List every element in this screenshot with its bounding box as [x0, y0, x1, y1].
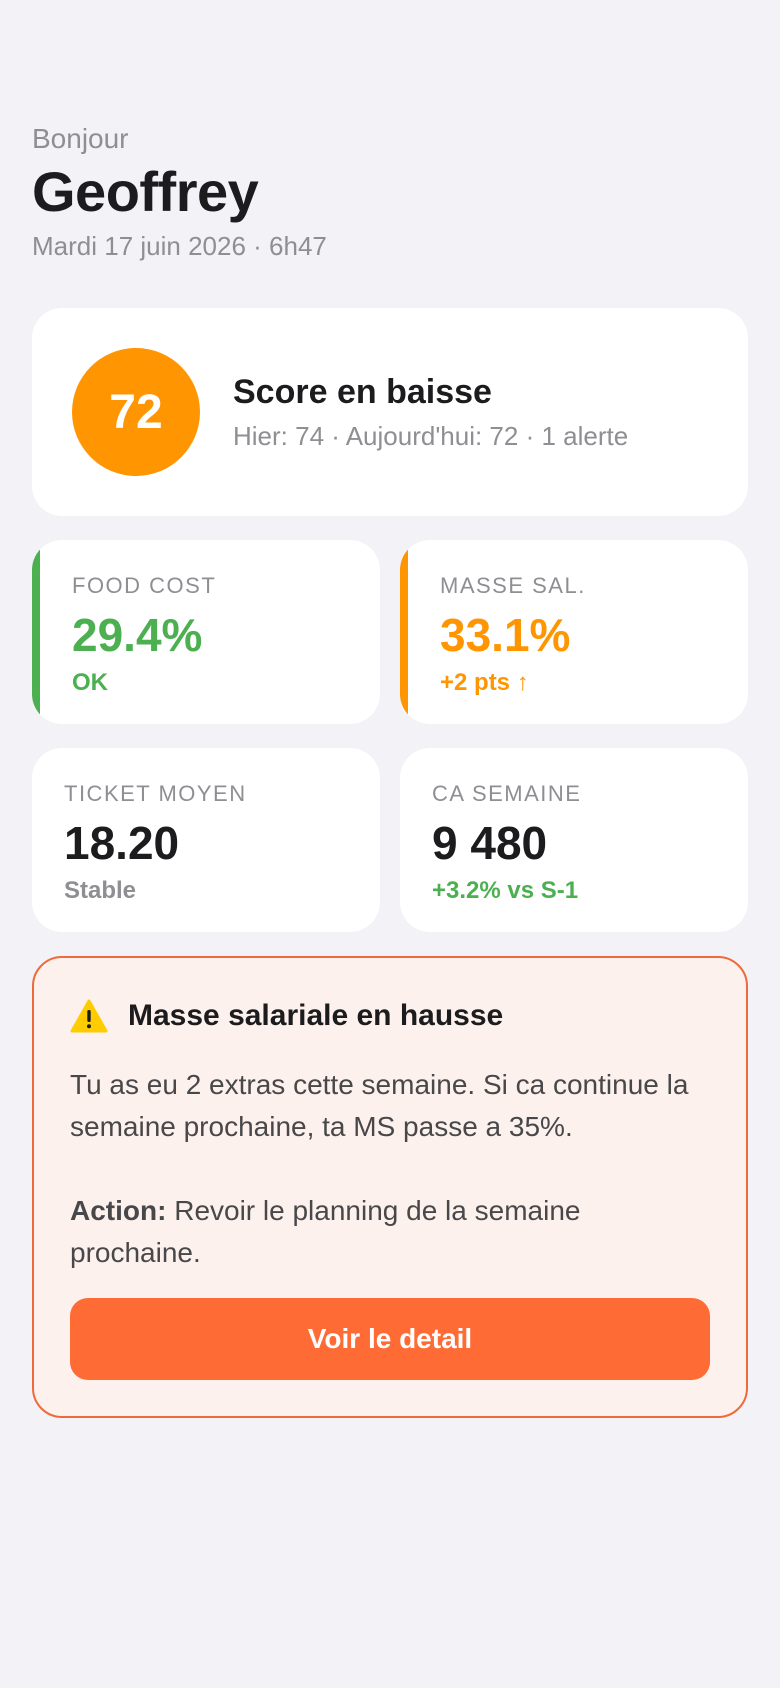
kpi-label: TICKET MOYEN — [64, 781, 247, 806]
kpi-grid: FOOD COST 29.4% OK MASSE SAL. 33.1% +2 p… — [32, 540, 748, 932]
header: Bonjour Geoffrey Mardi 17 juin 2026 · 6h… — [32, 0, 748, 262]
status-bar — [400, 540, 408, 724]
kpi-note: OK — [72, 669, 108, 696]
kpi-value: 18.20 — [64, 817, 180, 869]
kpi-label: CA SEMAINE — [432, 781, 582, 806]
alert-body: Tu as eu 2 extras cette semaine. Si ca c… — [70, 1069, 689, 1142]
warning-icon — [70, 999, 108, 1033]
kpi-value: 33.1% — [440, 609, 571, 661]
greeting: Bonjour — [32, 123, 129, 154]
alert-action: Action: Revoir le planning de la semaine… — [70, 1190, 710, 1274]
status-bar — [32, 540, 40, 724]
score-card[interactable]: 72 Score en baisse Hier: 74 · Aujourd'hu… — [32, 308, 748, 516]
kpi-card-masse-salariale[interactable]: MASSE SAL. 33.1% +2 pts ↑ — [400, 540, 748, 724]
kpi-note: Stable — [64, 877, 137, 904]
kpi-card-food-cost[interactable]: FOOD COST 29.4% OK — [32, 540, 380, 724]
user-name: Geoffrey — [32, 160, 259, 223]
score-title: Score en baisse — [233, 373, 492, 411]
score-subtitle: Hier: 74 · Aujourd'hui: 72 · 1 alerte — [233, 421, 629, 451]
kpi-label: MASSE SAL. — [440, 573, 586, 598]
score-badge: 72 — [72, 348, 200, 476]
kpi-label: FOOD COST — [72, 573, 217, 598]
alert-title: Masse salariale en hausse — [128, 999, 504, 1032]
action-label: Action: — [70, 1195, 167, 1226]
view-detail-button[interactable]: Voir le detail — [70, 1298, 710, 1380]
kpi-value: 9 480 — [432, 817, 548, 869]
date-time: Mardi 17 juin 2026 · 6h47 — [32, 231, 327, 261]
alert-card: Masse salariale en hausse Tu as eu 2 ext… — [32, 956, 748, 1418]
kpi-note: +2 pts ↑ — [440, 669, 529, 696]
kpi-card-ticket-moyen[interactable]: TICKET MOYEN 18.20 Stable — [32, 748, 380, 932]
kpi-value: 29.4% — [72, 609, 203, 661]
kpi-note: +3.2% vs S-1 — [432, 877, 579, 904]
kpi-card-ca-semaine[interactable]: CA SEMAINE 9 480 +3.2% vs S-1 — [400, 748, 748, 932]
